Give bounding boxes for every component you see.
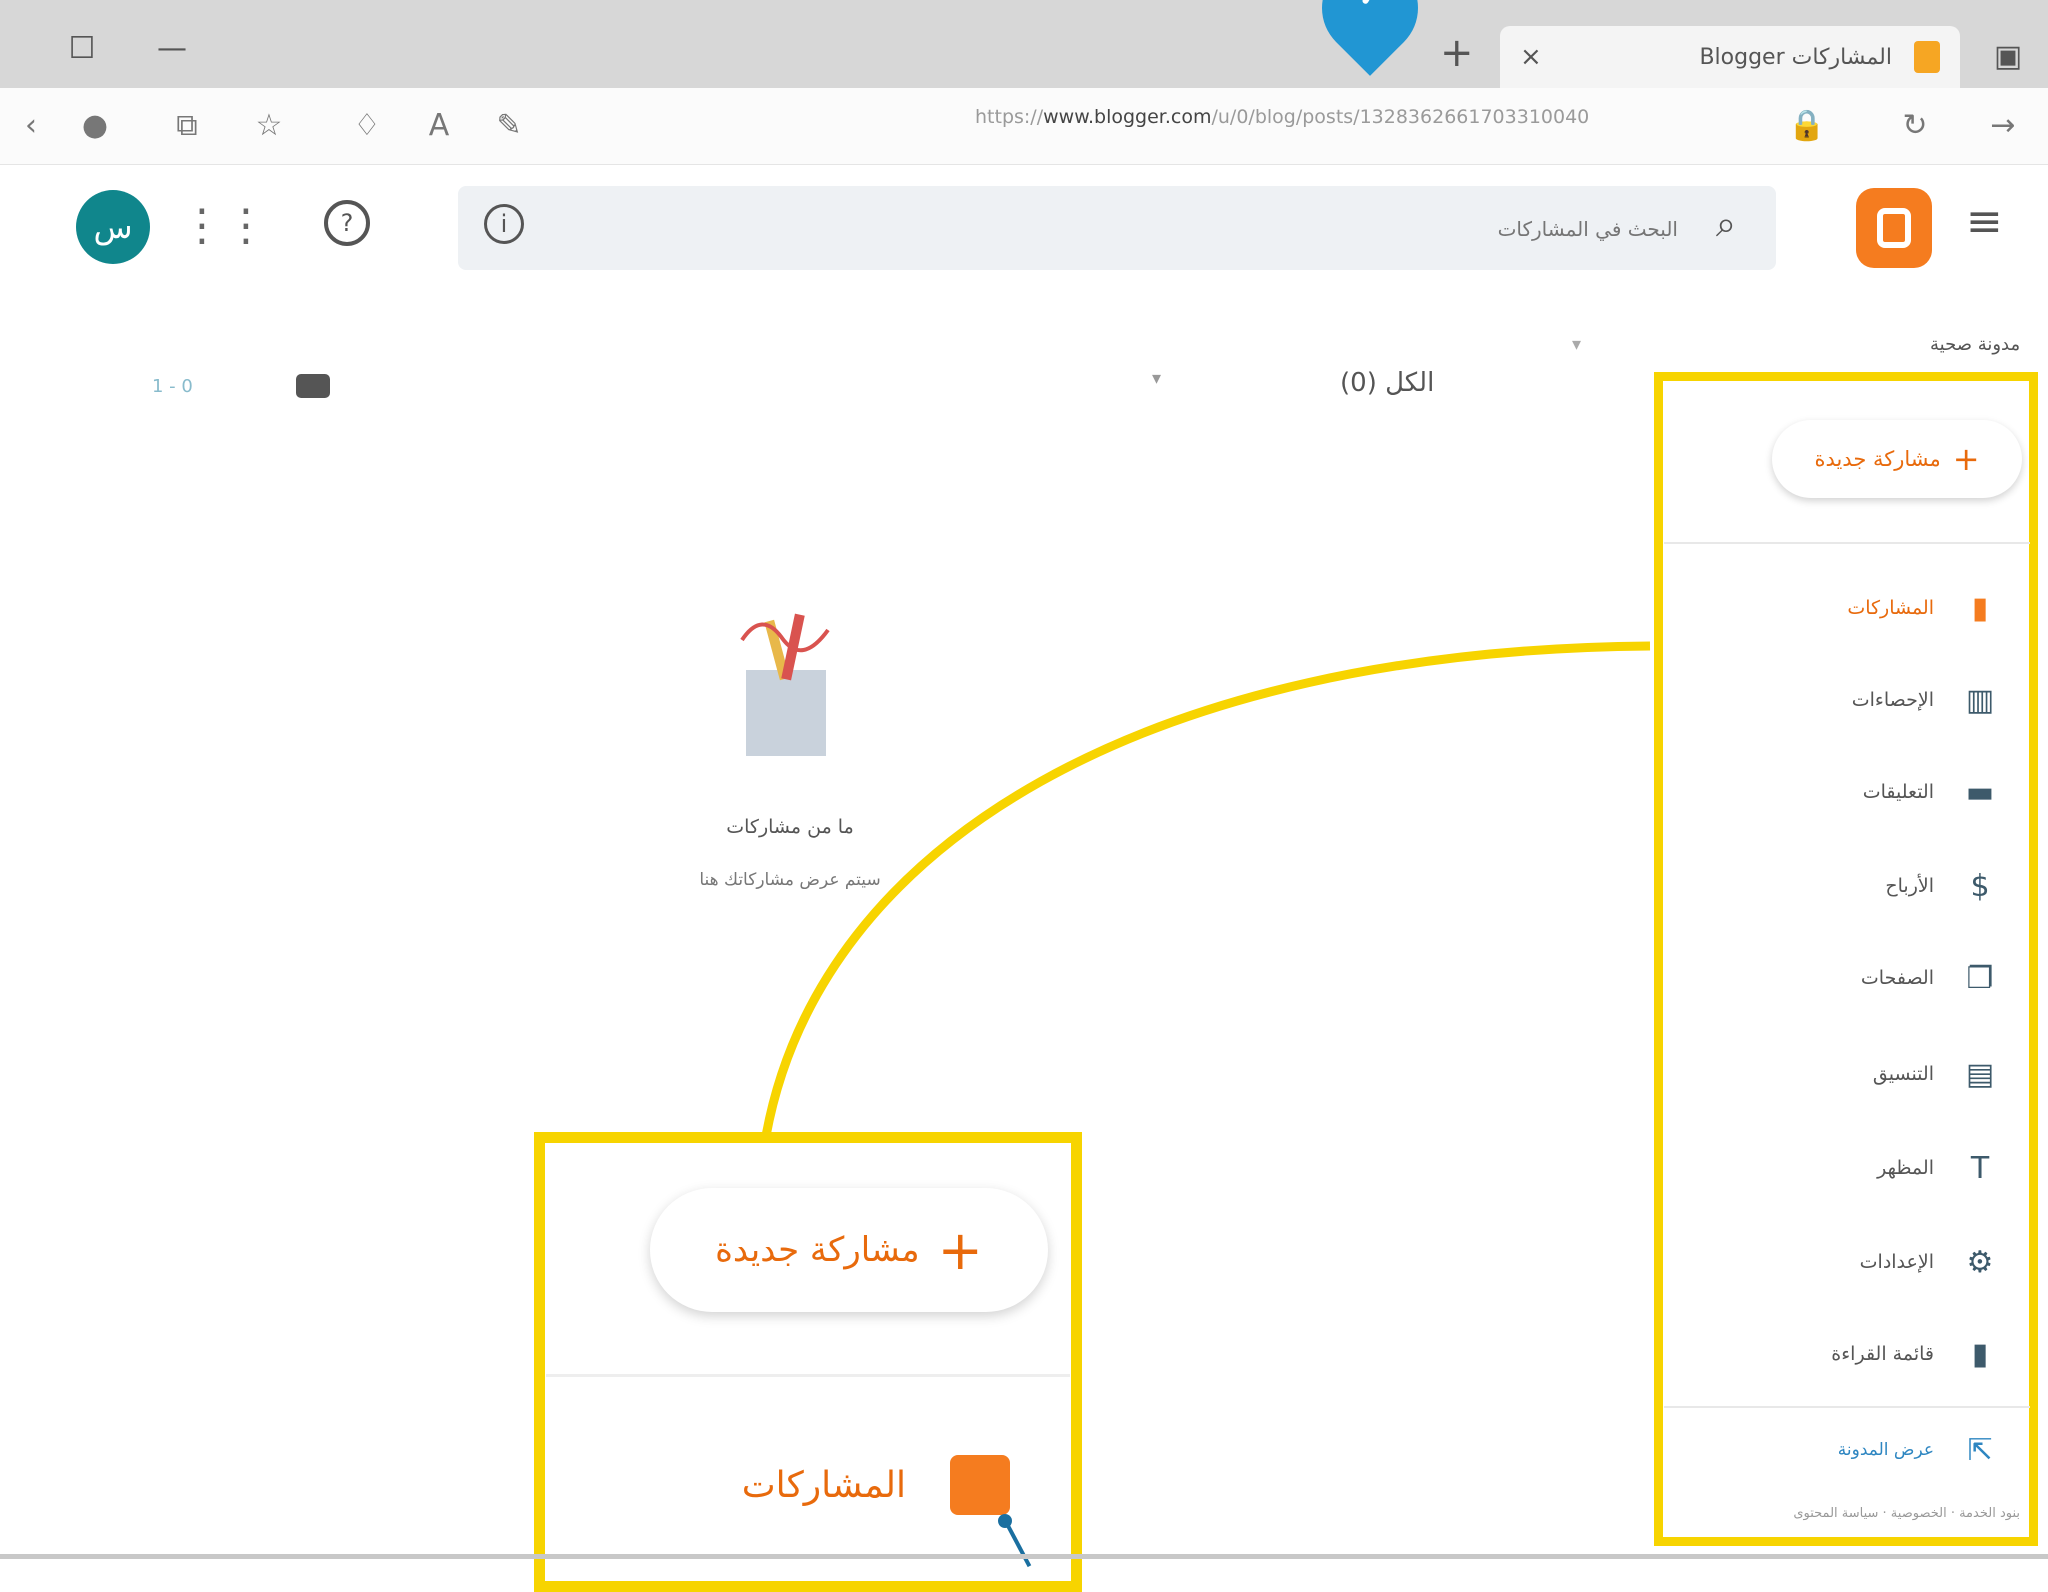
- blogger-logo-mark: [1877, 208, 1911, 248]
- settings-icon: ⚙: [1966, 1244, 1994, 1280]
- menu-hamburger-icon[interactable]: ≡: [1966, 196, 2003, 247]
- empty-state-subtitle: سيتم عرض مشاركاتك هنا: [699, 870, 881, 890]
- layout-icon: ▤: [1965, 1056, 1995, 1092]
- filter-chevron-down-icon[interactable]: ▾: [1152, 368, 1161, 389]
- earnings-icon: $: [1970, 868, 1990, 904]
- zoomed-new-post-label: مشاركة جديدة: [715, 1230, 920, 1270]
- zoom-divider: [546, 1374, 1070, 1377]
- sidebar-item-label: التعليقات: [1862, 781, 1934, 803]
- sidebar-item-label: الأرباح: [1885, 875, 1934, 897]
- reading-list-icon: ▮: [1971, 1336, 1989, 1372]
- maximize-icon: ▣: [1993, 38, 2023, 74]
- profile-icon[interactable]: ●: [72, 102, 118, 148]
- sidebar-item-settings[interactable]: ⚙ الإعدادات: [1700, 1232, 2000, 1292]
- zoomed-posts-label: المشاركات: [741, 1464, 906, 1506]
- window-minimize-button[interactable]: —: [150, 26, 194, 70]
- pen-icon[interactable]: ✎: [486, 102, 532, 148]
- empty-posts-illustration: [740, 613, 830, 756]
- tab-close-icon[interactable]: ×: [1520, 42, 1542, 72]
- search-icon[interactable]: ⌕: [1716, 204, 1736, 246]
- window-restore-button[interactable]: ☐: [60, 26, 104, 70]
- sidebar-item-label: الإحصاءات: [1851, 689, 1934, 711]
- sidebar-item-label: قائمة القراءة: [1831, 1343, 1934, 1365]
- sidebar-footer-links[interactable]: بنود الخدمة · الخصوصية · سياسة المحتوى: [1680, 1506, 2020, 1521]
- url-field[interactable]: https://www.blogger.com/u/0/blog/posts/1…: [975, 106, 1775, 146]
- pages-icon: ❐: [1966, 960, 1994, 996]
- lock-icon[interactable]: 🔒: [1784, 102, 1830, 148]
- url-scheme: https://: [975, 106, 1044, 128]
- refresh-icon[interactable]: ↻: [1892, 102, 1938, 148]
- view-toggle-icon[interactable]: [296, 374, 330, 398]
- sidebar-item-theme[interactable]: T المظهر: [1700, 1138, 2000, 1198]
- sidebar-item-reading-list[interactable]: ▮ قائمة القراءة: [1700, 1324, 2000, 1384]
- view-blog-link[interactable]: ⇱ عرض المدونة: [1760, 1420, 2000, 1480]
- empty-state-title: ما من مشاركات: [726, 816, 854, 838]
- sidebar-item-pages[interactable]: ❐ الصفحات: [1700, 948, 2000, 1008]
- sidebar-item-comments[interactable]: ▬ التعليقات: [1700, 762, 2000, 822]
- restore-icon: ☐: [68, 30, 96, 66]
- search-input[interactable]: [676, 210, 1680, 248]
- zoomed-new-post-button[interactable]: + مشاركة جديدة: [650, 1188, 1048, 1312]
- read-aloud-icon[interactable]: A: [416, 102, 462, 148]
- info-icon[interactable]: i: [484, 204, 524, 244]
- chevron-down-icon[interactable]: ▾: [1572, 334, 1581, 355]
- window-bottom-border: [0, 1554, 2048, 1559]
- posts-icon: [950, 1455, 1010, 1515]
- view-blog-label: عرض المدونة: [1837, 1440, 1934, 1460]
- url-path: /u/0/blog/posts/1328362661703310040: [1211, 106, 1590, 128]
- sidebar-divider: [1664, 542, 2030, 544]
- search-bar: ⌕ i: [458, 186, 1776, 270]
- sidebar-item-earnings[interactable]: $ الأرباح: [1700, 856, 2000, 916]
- blogger-favicon-icon: [1914, 41, 1940, 73]
- pagination-count: 1 - 0: [152, 376, 193, 397]
- back-chevron-icon[interactable]: ‹: [8, 102, 54, 148]
- sidebar-divider: [1664, 1406, 2030, 1408]
- minimize-icon: —: [157, 30, 187, 66]
- stats-icon: ▥: [1965, 682, 1995, 718]
- plus-icon: +: [1952, 440, 1980, 478]
- sidebar-item-layout[interactable]: ▤ التنسيق: [1700, 1044, 2000, 1104]
- blogger-logo[interactable]: [1856, 188, 1932, 268]
- tab-title: المشاركات Blogger: [1699, 44, 1892, 70]
- new-tab-button[interactable]: +: [1440, 30, 1474, 76]
- posts-filter-dropdown[interactable]: الكل (0): [1340, 368, 1434, 398]
- external-link-icon: ⇱: [1967, 1432, 1993, 1468]
- collections-icon[interactable]: ⧉: [164, 102, 210, 148]
- favorites-star-icon[interactable]: ☆: [246, 102, 292, 148]
- sidebar-item-label: المشاركات: [1847, 597, 1934, 619]
- apps-grid-icon[interactable]: ⋮⋮: [180, 200, 268, 251]
- sidebar-item-label: المظهر: [1877, 1157, 1934, 1179]
- help-icon[interactable]: ?: [324, 200, 370, 246]
- window-maximize-button[interactable]: ▣: [1986, 34, 2030, 78]
- zoomed-sidebar-item-posts[interactable]: المشاركات: [650, 1440, 1010, 1530]
- sidebar-item-label: التنسيق: [1872, 1063, 1934, 1085]
- comments-icon: ▬: [1965, 774, 1995, 810]
- avatar[interactable]: س: [76, 190, 150, 264]
- new-post-label: مشاركة جديدة: [1814, 447, 1941, 471]
- plus-icon: +: [937, 1218, 983, 1282]
- sidebar-item-label: الإعدادات: [1859, 1251, 1934, 1273]
- forward-arrow-icon[interactable]: →: [1980, 102, 2026, 148]
- sidebar-item-label: الصفحات: [1860, 967, 1934, 989]
- blog-name-selector[interactable]: مدونة صحية: [1930, 334, 2020, 355]
- url-domain: www.blogger.com: [1043, 106, 1212, 128]
- browser-tab[interactable]: المشاركات Blogger ×: [1500, 26, 1960, 88]
- sidebar-item-stats[interactable]: ▥ الإحصاءات: [1700, 670, 2000, 730]
- posts-icon: ▮: [1971, 590, 1989, 626]
- new-post-button[interactable]: + مشاركة جديدة: [1772, 420, 2022, 498]
- theme-icon: T: [1970, 1150, 1990, 1186]
- extensions-icon[interactable]: ♢: [344, 102, 390, 148]
- sidebar-item-posts[interactable]: ▮ المشاركات: [1700, 578, 2000, 638]
